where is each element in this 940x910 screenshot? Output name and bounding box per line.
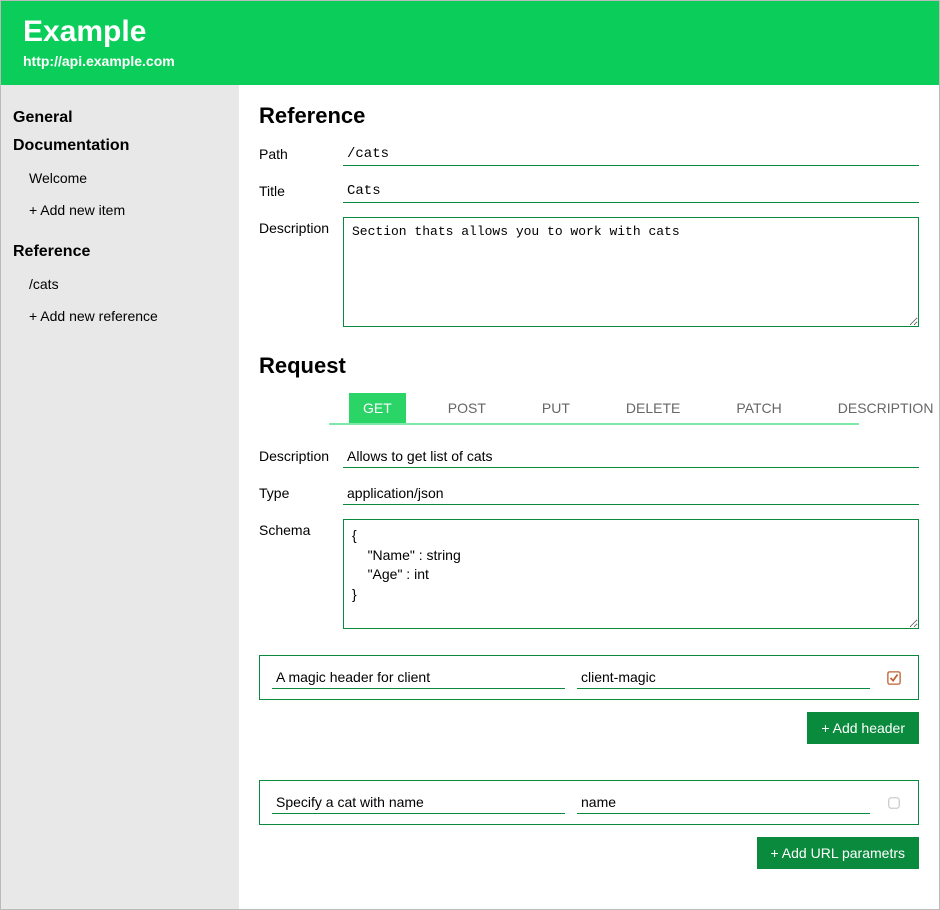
tab-delete[interactable]: DELETE bbox=[612, 393, 694, 423]
sidebar-add-doc-item[interactable]: + Add new item bbox=[13, 197, 227, 223]
title-input[interactable] bbox=[343, 180, 919, 203]
reference-heading: Reference bbox=[259, 103, 919, 129]
title-label: Title bbox=[259, 180, 343, 199]
tab-description[interactable]: DESCRIPTION bbox=[824, 393, 939, 423]
tab-post[interactable]: POST bbox=[434, 393, 500, 423]
app-header: Example http://api.example.com bbox=[1, 1, 939, 85]
header-required-checkbox[interactable] bbox=[882, 671, 906, 685]
sidebar-section-reference[interactable]: Reference bbox=[13, 243, 227, 261]
sidebar-item-cats[interactable]: /cats bbox=[13, 271, 227, 297]
app-subtitle: http://api.example.com bbox=[23, 53, 917, 69]
sidebar-section-general[interactable]: General bbox=[13, 109, 227, 127]
header-desc-input[interactable] bbox=[272, 666, 565, 689]
sidebar-add-reference[interactable]: + Add new reference bbox=[13, 303, 227, 329]
req-description-label: Description bbox=[259, 445, 343, 464]
sidebar-section-documentation[interactable]: Documentation bbox=[13, 137, 227, 155]
urlparam-desc-input[interactable] bbox=[272, 791, 565, 814]
urlparam-row bbox=[259, 780, 919, 825]
checkbox-unchecked-icon bbox=[887, 796, 901, 810]
add-header-button[interactable]: + Add header bbox=[807, 712, 919, 744]
path-label: Path bbox=[259, 143, 343, 162]
description-label: Description bbox=[259, 217, 343, 236]
req-type-label: Type bbox=[259, 482, 343, 501]
tab-get[interactable]: GET bbox=[349, 393, 406, 423]
request-tabs: GET POST PUT DELETE PATCH DESCRIPTION bbox=[329, 393, 859, 425]
description-textarea[interactable]: Section thats allows you to work with ca… bbox=[343, 217, 919, 327]
tab-patch[interactable]: PATCH bbox=[722, 393, 795, 423]
tab-put[interactable]: PUT bbox=[528, 393, 584, 423]
app-title: Example bbox=[23, 15, 917, 49]
sidebar-item-welcome[interactable]: Welcome bbox=[13, 165, 227, 191]
main-content: Reference Path Title Description Section… bbox=[239, 85, 939, 909]
urlparam-required-checkbox[interactable] bbox=[882, 796, 906, 810]
add-url-param-button[interactable]: + Add URL parametrs bbox=[757, 837, 920, 869]
header-name-input[interactable] bbox=[577, 666, 870, 689]
req-type-input[interactable] bbox=[343, 482, 919, 505]
path-input[interactable] bbox=[343, 143, 919, 166]
checkbox-checked-icon bbox=[887, 671, 901, 685]
request-heading: Request bbox=[259, 353, 919, 379]
req-description-input[interactable] bbox=[343, 445, 919, 468]
req-schema-label: Schema bbox=[259, 519, 343, 538]
req-schema-textarea[interactable]: { "Name" : string "Age" : int } bbox=[343, 519, 919, 629]
sidebar: General Documentation Welcome + Add new … bbox=[1, 85, 239, 909]
urlparam-name-input[interactable] bbox=[577, 791, 870, 814]
header-row bbox=[259, 655, 919, 700]
